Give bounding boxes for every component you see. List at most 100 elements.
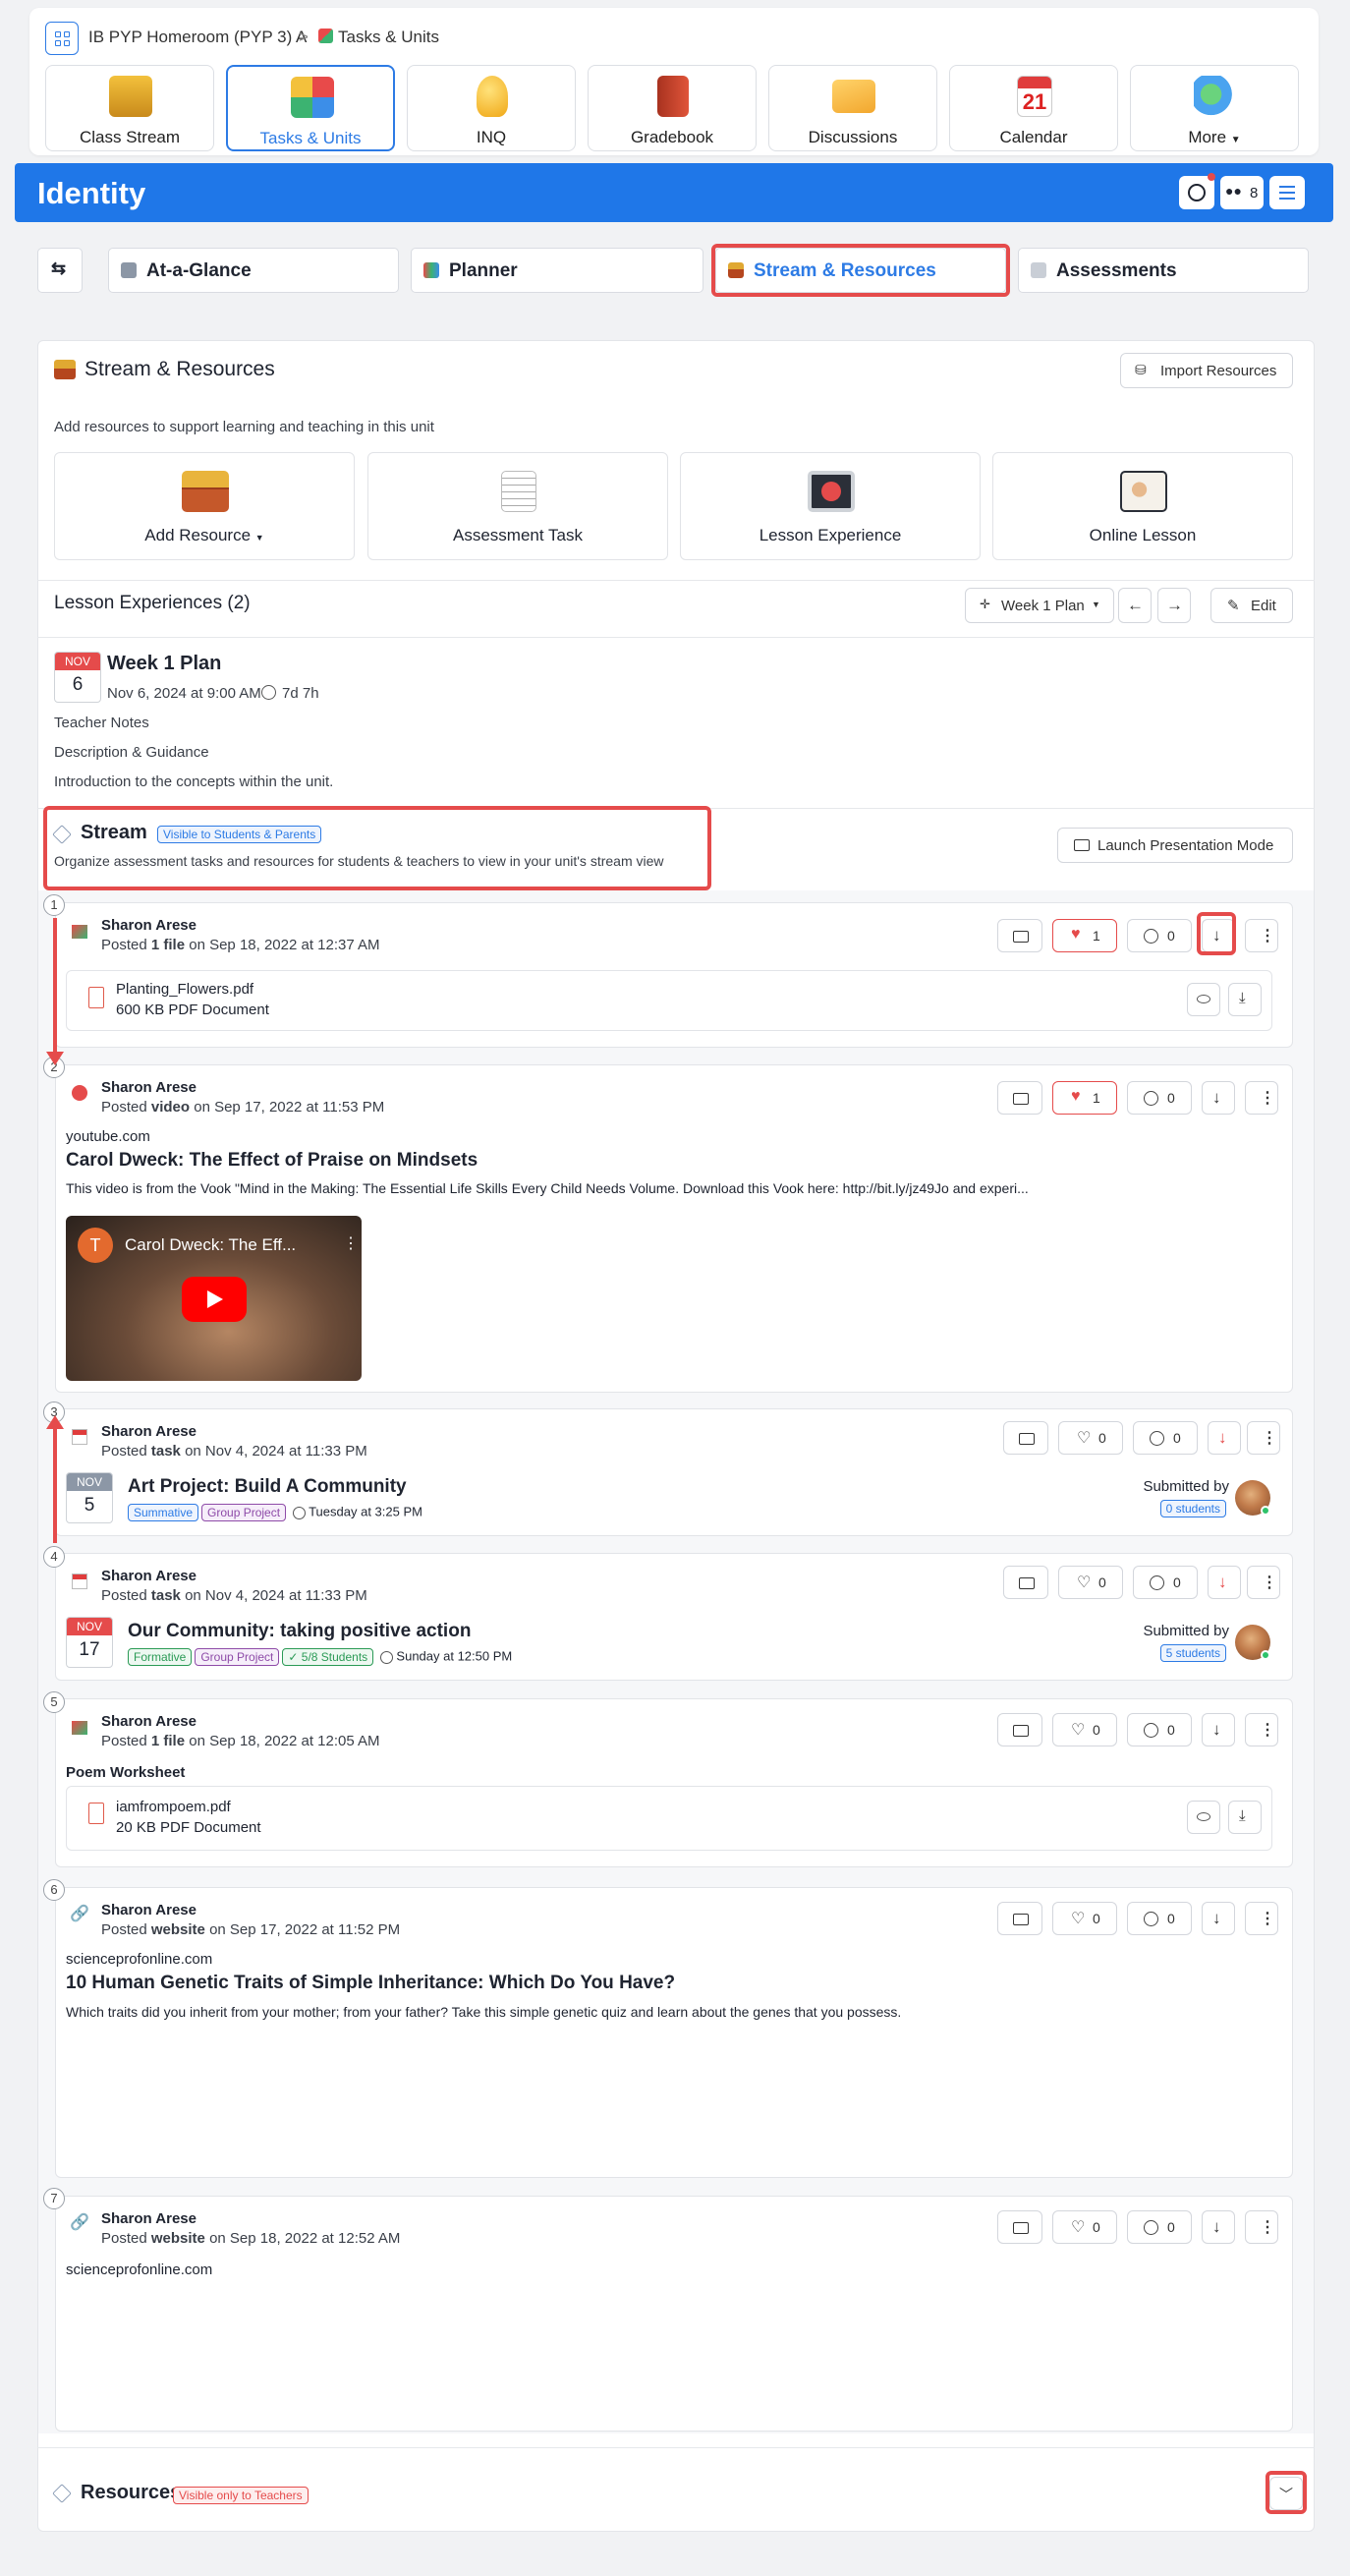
- chat-icon: [1188, 184, 1206, 201]
- like-button[interactable]: ♡ 0: [1052, 1713, 1117, 1746]
- prev-plan-button[interactable]: ←: [1118, 588, 1152, 623]
- comment-button[interactable]: 0: [1133, 1421, 1198, 1455]
- plan-title[interactable]: Week 1 Plan: [107, 653, 221, 675]
- tab-planner[interactable]: Planner: [411, 248, 703, 293]
- nav-calendar[interactable]: 21 Calendar: [949, 65, 1118, 151]
- move-down-button[interactable]: ↓: [1208, 1566, 1241, 1599]
- video-title[interactable]: Carol Dweck: The Effect of Praise on Min…: [66, 1150, 478, 1172]
- treasure-chest-icon: [54, 360, 76, 379]
- website-title[interactable]: 10 Human Genetic Traits of Simple Inheri…: [66, 1973, 675, 1994]
- post-kind: website: [150, 1921, 205, 1938]
- website-description: Which traits did you inherit from your m…: [66, 2004, 902, 2020]
- clock-icon: [379, 1650, 393, 1664]
- like-button[interactable]: ♡ 0: [1052, 1902, 1117, 1935]
- nav-class-stream[interactable]: Class Stream: [45, 65, 214, 151]
- import-icon: ⛁: [1135, 362, 1147, 377]
- more-options-button[interactable]: ⋮: [1247, 1566, 1280, 1599]
- nav-inq[interactable]: INQ: [407, 65, 576, 151]
- nav-more[interactable]: More ▼: [1130, 65, 1299, 151]
- preview-button[interactable]: [1187, 1801, 1220, 1834]
- annotation-arrow-up: [53, 1427, 57, 1543]
- present-button[interactable]: [997, 1081, 1042, 1115]
- submitted-badge[interactable]: 0 students: [1159, 1500, 1226, 1517]
- online-lesson-card[interactable]: Online Lesson: [992, 452, 1293, 560]
- present-button[interactable]: [997, 1713, 1042, 1746]
- like-button[interactable]: ♡ 0: [1058, 1421, 1123, 1455]
- move-down-button[interactable]: ↓: [1202, 2210, 1235, 2244]
- chat-button[interactable]: [1179, 173, 1215, 209]
- plan-select[interactable]: ✛ Week 1 Plan ▼: [965, 588, 1114, 623]
- import-resources-button[interactable]: ⛁ Import Resources: [1120, 353, 1293, 388]
- move-down-button[interactable]: ↓: [1202, 1902, 1235, 1935]
- nav-tasks-units[interactable]: Tasks & Units: [226, 65, 395, 151]
- launch-presentation-button[interactable]: Launch Presentation Mode: [1057, 828, 1293, 863]
- nav-discussions[interactable]: Discussions: [768, 65, 937, 151]
- members-button[interactable]: ●● 8: [1220, 176, 1264, 209]
- present-button[interactable]: [997, 1902, 1042, 1935]
- download-button[interactable]: ⤓: [1228, 1801, 1262, 1834]
- preview-button[interactable]: [1187, 983, 1220, 1016]
- plan-month: NOV: [55, 653, 100, 670]
- move-down-button[interactable]: ↓: [1208, 1421, 1241, 1455]
- like-button[interactable]: ♡ 0: [1052, 2210, 1117, 2244]
- pdf-icon: [88, 1803, 104, 1824]
- like-button[interactable]: ♥ 1: [1052, 1081, 1117, 1115]
- comment-button[interactable]: 0: [1127, 1081, 1192, 1115]
- add-resource-card[interactable]: Add Resource ▼: [54, 452, 355, 560]
- youtube-play-icon[interactable]: [182, 1277, 247, 1322]
- apps-grid-icon[interactable]: [45, 22, 79, 55]
- comment-button[interactable]: 0: [1127, 1713, 1192, 1746]
- comment-icon: [1144, 2220, 1158, 2235]
- like-button[interactable]: ♡ 0: [1058, 1566, 1123, 1599]
- task-title[interactable]: Art Project: Build A Community: [128, 1476, 407, 1498]
- more-options-button[interactable]: ⋮: [1245, 1713, 1278, 1746]
- post-kind: video: [150, 1099, 191, 1116]
- like-count: 1: [1093, 928, 1100, 944]
- more-options-button[interactable]: ⋮: [1245, 919, 1278, 952]
- more-options-button[interactable]: ⋮: [1245, 1902, 1278, 1935]
- heart-icon: ♥: [1071, 1088, 1081, 1105]
- present-button[interactable]: [1003, 1421, 1048, 1455]
- download-button[interactable]: ⤓: [1228, 983, 1262, 1016]
- list-view-button[interactable]: [1269, 176, 1305, 209]
- post-prefix: Posted: [101, 2230, 151, 2247]
- comment-icon: [1150, 1575, 1164, 1590]
- present-button[interactable]: [997, 2210, 1042, 2244]
- task-title[interactable]: Our Community: taking positive action: [128, 1621, 471, 1642]
- post-author: Sharon Arese: [101, 2210, 197, 2227]
- comment-button[interactable]: 0: [1127, 919, 1192, 952]
- website-source: scienceprofonline.com: [66, 1951, 213, 1968]
- plan-select-value: Week 1 Plan: [1001, 598, 1085, 614]
- nav-gradebook[interactable]: Gradebook: [588, 65, 757, 151]
- edit-button[interactable]: ✎ Edit: [1210, 588, 1293, 623]
- more-options-button[interactable]: ⋮: [1245, 2210, 1278, 2244]
- file-attachment[interactable]: iamfrompoem.pdf 20 KB PDF Document ⤓: [66, 1786, 1272, 1851]
- next-plan-button[interactable]: →: [1157, 588, 1191, 623]
- tab-assessments[interactable]: Assessments: [1018, 248, 1309, 293]
- lessons-title: Lesson Experiences (2): [54, 593, 251, 613]
- online-lesson-icon: [1120, 471, 1167, 512]
- comment-button[interactable]: 0: [1133, 1566, 1198, 1599]
- comment-button[interactable]: 0: [1127, 2210, 1192, 2244]
- breadcrumb-class[interactable]: IB PYP Homeroom (PYP 3) A: [88, 28, 307, 47]
- move-down-button[interactable]: ↓: [1202, 1081, 1235, 1115]
- present-button[interactable]: [1003, 1566, 1048, 1599]
- move-down-button[interactable]: ↓: [1202, 1713, 1235, 1746]
- collapse-sidebar-button[interactable]: ⇆: [37, 248, 83, 293]
- submitted-badge[interactable]: 5 students: [1159, 1644, 1226, 1662]
- file-attachment[interactable]: Planting_Flowers.pdf 600 KB PDF Document…: [66, 970, 1272, 1031]
- present-button[interactable]: [997, 919, 1042, 952]
- comment-icon: [1144, 929, 1158, 944]
- tab-at-a-glance[interactable]: At-a-Glance: [108, 248, 399, 293]
- calendar-icon: [72, 1429, 87, 1445]
- task-month: NOV: [67, 1618, 112, 1635]
- more-options-button[interactable]: ⋮: [1247, 1421, 1280, 1455]
- video-thumbnail[interactable]: T Carol Dweck: The Eff... ⋮: [66, 1216, 362, 1381]
- breadcrumb-current[interactable]: Tasks & Units: [338, 28, 439, 47]
- lesson-experience-card[interactable]: Lesson Experience: [680, 452, 981, 560]
- tab-label: Assessments: [1056, 260, 1177, 281]
- comment-button[interactable]: 0: [1127, 1902, 1192, 1935]
- more-options-button[interactable]: ⋮: [1245, 1081, 1278, 1115]
- assessment-task-card[interactable]: Assessment Task: [367, 452, 668, 560]
- like-button[interactable]: ♥ 1: [1052, 919, 1117, 952]
